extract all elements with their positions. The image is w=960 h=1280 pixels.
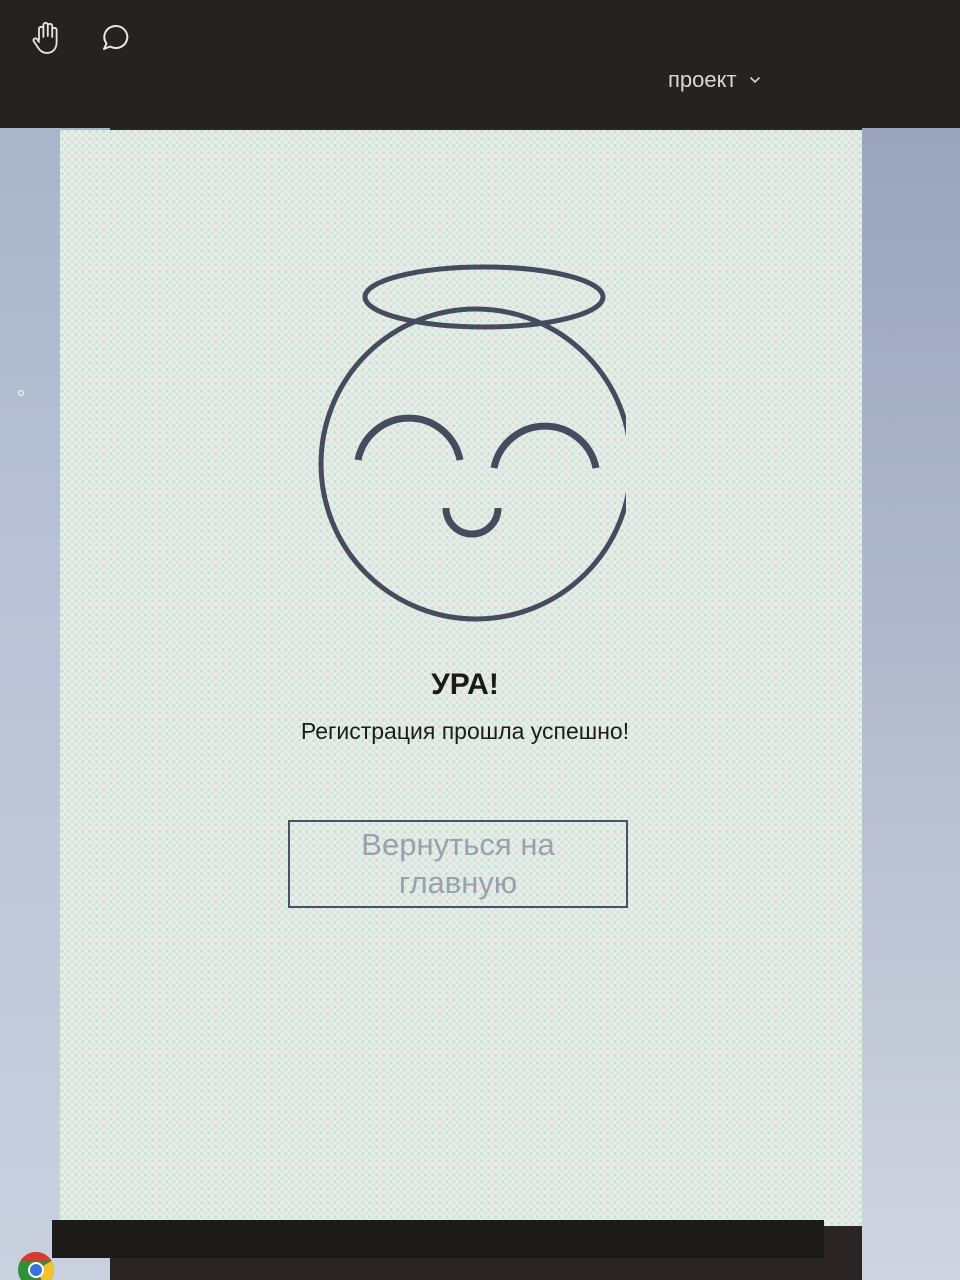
back-to-home-button[interactable]: Вернуться на главную <box>288 820 628 908</box>
project-menu-label: проект <box>668 67 737 92</box>
bottom-bar <box>52 1220 824 1258</box>
top-bar: проект <box>0 0 960 128</box>
hand-icon[interactable] <box>28 18 68 58</box>
success-title: УРА! <box>431 668 499 701</box>
chevron-down-icon <box>749 76 760 84</box>
chrome-icon[interactable] <box>16 1250 56 1280</box>
comment-icon[interactable] <box>96 18 136 58</box>
project-menu[interactable]: проект <box>668 62 761 98</box>
desktop-dot <box>18 390 24 396</box>
desktop-background-right <box>862 128 960 1280</box>
success-message: Регистрация прошла успешно! <box>300 718 630 744</box>
angel-smiley-icon <box>318 264 626 622</box>
